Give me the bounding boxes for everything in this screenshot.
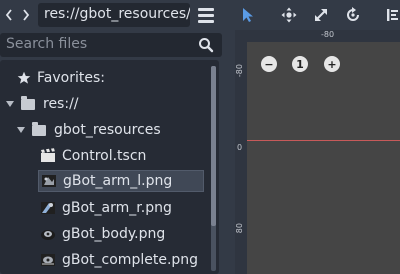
- move-tool-button[interactable]: [278, 4, 300, 26]
- tree-item-label: gBot_body.png: [62, 226, 166, 242]
- ruler-label: -80: [235, 64, 244, 78]
- zoom-in-button[interactable]: +: [324, 56, 340, 72]
- tree-item-label: gBot_complete.png: [62, 252, 199, 268]
- tree-scrollbar[interactable]: [211, 66, 216, 271]
- tree-item-label: Favorites:: [37, 70, 105, 86]
- ruler-label: 80: [235, 223, 244, 234]
- chevron-left-icon: [5, 9, 12, 21]
- rotate-tool-button[interactable]: [342, 4, 364, 26]
- tree-item-label: res://: [43, 96, 79, 112]
- list-select-icon: [387, 9, 398, 21]
- tree-item-gbot-resources[interactable]: gbot_resources: [17, 119, 219, 141]
- list-nodes-button[interactable]: [383, 4, 400, 26]
- tree-item-file[interactable]: gBot_body.png: [40, 223, 219, 245]
- forward-button[interactable]: [18, 6, 34, 24]
- tree-item-label: gbot_resources: [54, 122, 161, 138]
- scale-tool-button[interactable]: [310, 4, 332, 26]
- image-thumbnail-icon: [42, 175, 56, 187]
- tree-item-file[interactable]: gBot_arm_r.png: [40, 197, 219, 219]
- tree-item-label: gBot_arm_l.png: [63, 173, 173, 189]
- tree-item-file[interactable]: gBot_complete.png: [40, 249, 219, 271]
- path-field[interactable]: res://gbot_resources/: [38, 3, 190, 27]
- search-input[interactable]: [6, 36, 186, 52]
- canvas-area[interactable]: -80 -80 0 80 − 1 +: [235, 30, 400, 274]
- viewport-toolbar: [226, 0, 400, 30]
- tree-item-label: gBot_arm_r.png: [62, 200, 172, 216]
- image-thumbnail-icon: [41, 202, 55, 214]
- x-axis-line: [247, 140, 400, 141]
- zoom-reset-button[interactable]: 1: [292, 56, 308, 72]
- back-button[interactable]: [1, 6, 17, 24]
- canvas-viewport: -80 -80 0 80 − 1 +: [226, 0, 400, 274]
- scale-arrows-icon: [315, 9, 327, 21]
- tree-item-res-root[interactable]: res://: [6, 93, 216, 115]
- search-files-field[interactable]: [0, 33, 222, 57]
- tree-item-favorites[interactable]: Favorites:: [17, 67, 219, 89]
- scrollbar-grip[interactable]: [211, 66, 216, 226]
- folder-icon: [21, 95, 35, 110]
- chevron-right-icon: [23, 9, 30, 21]
- tree-item-file[interactable]: Control.tscn: [40, 145, 219, 167]
- vertical-ruler[interactable]: -80 0 80: [235, 30, 247, 274]
- collapse-arrow-icon[interactable]: [17, 127, 25, 133]
- tree-item-file-selected[interactable]: gBot_arm_l.png: [38, 170, 204, 192]
- image-thumbnail-icon: [41, 230, 55, 240]
- scene-icon: [41, 148, 55, 162]
- filesystem-dock: res://gbot_resources/ Favorites:: [0, 0, 222, 274]
- move-arrows-icon: [281, 7, 297, 23]
- image-thumbnail-icon: [41, 254, 55, 266]
- rotate-icon: [347, 7, 359, 21]
- cursor-arrow-icon: [243, 8, 253, 22]
- editor-window: res://gbot_resources/ Favorites:: [0, 0, 400, 274]
- zoom-out-button[interactable]: −: [261, 56, 277, 72]
- select-tool-button[interactable]: [237, 4, 259, 26]
- ruler-label: 0: [237, 143, 243, 152]
- split-mode-button[interactable]: [196, 6, 216, 24]
- tree-item-label: Control.tscn: [62, 148, 147, 164]
- folder-icon: [32, 121, 46, 136]
- ruler-label: -80: [321, 30, 335, 39]
- horizontal-ruler[interactable]: -80: [235, 30, 400, 42]
- star-icon: [17, 71, 31, 84]
- collapse-arrow-icon[interactable]: [6, 101, 14, 107]
- file-tree: Favorites: res:// gbot_resources Control…: [0, 60, 219, 274]
- search-icon: [199, 38, 214, 53]
